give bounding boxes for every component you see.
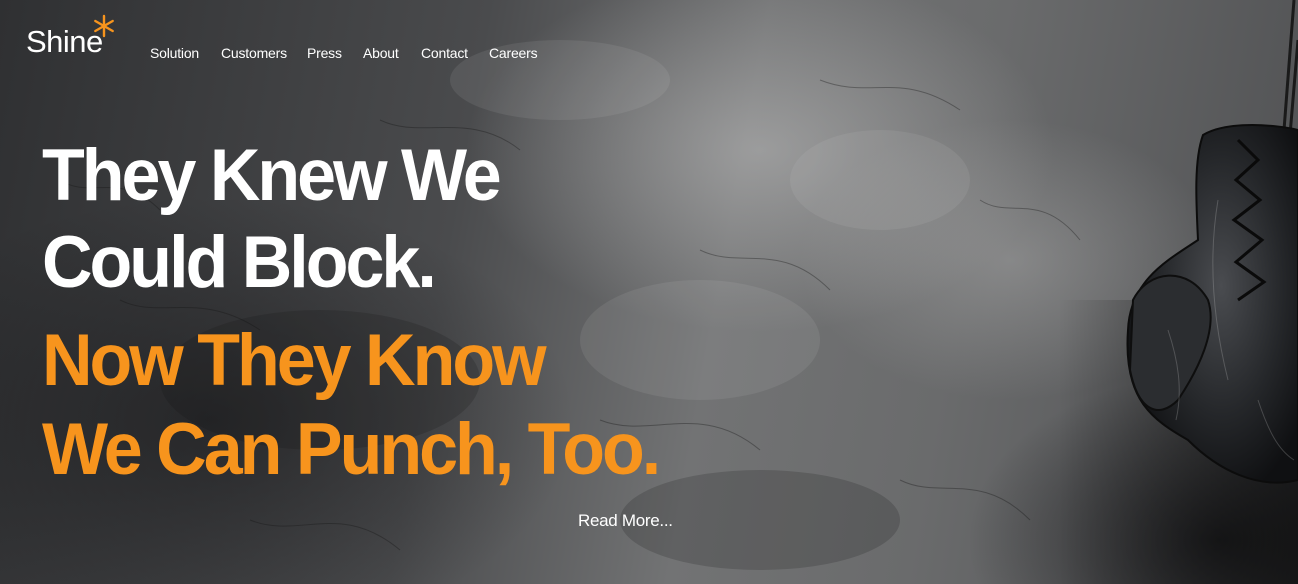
read-more-link[interactable]: Read More... [578, 511, 673, 531]
nav-item-about[interactable]: About [363, 45, 399, 61]
nav-item-careers[interactable]: Careers [489, 45, 538, 61]
hero-banner: Shine Solution Customers Press About Con… [0, 0, 1298, 584]
nav-item-contact[interactable]: Contact [421, 45, 468, 61]
asterisk-icon [94, 14, 114, 38]
nav-item-solution[interactable]: Solution [150, 45, 199, 61]
headline-line-2: Could Block. [42, 220, 437, 303]
nav-item-customers[interactable]: Customers [221, 45, 287, 61]
nav-item-press[interactable]: Press [307, 45, 342, 61]
headline-accent-line-2: We Can Punch, Too. [42, 407, 661, 490]
headline-line-1: They Knew We [42, 133, 502, 216]
boxing-glove-image [1058, 0, 1298, 584]
headline-accent-line-1: Now They Know [42, 318, 547, 401]
top-navigation: Shine Solution Customers Press About Con… [0, 0, 700, 100]
